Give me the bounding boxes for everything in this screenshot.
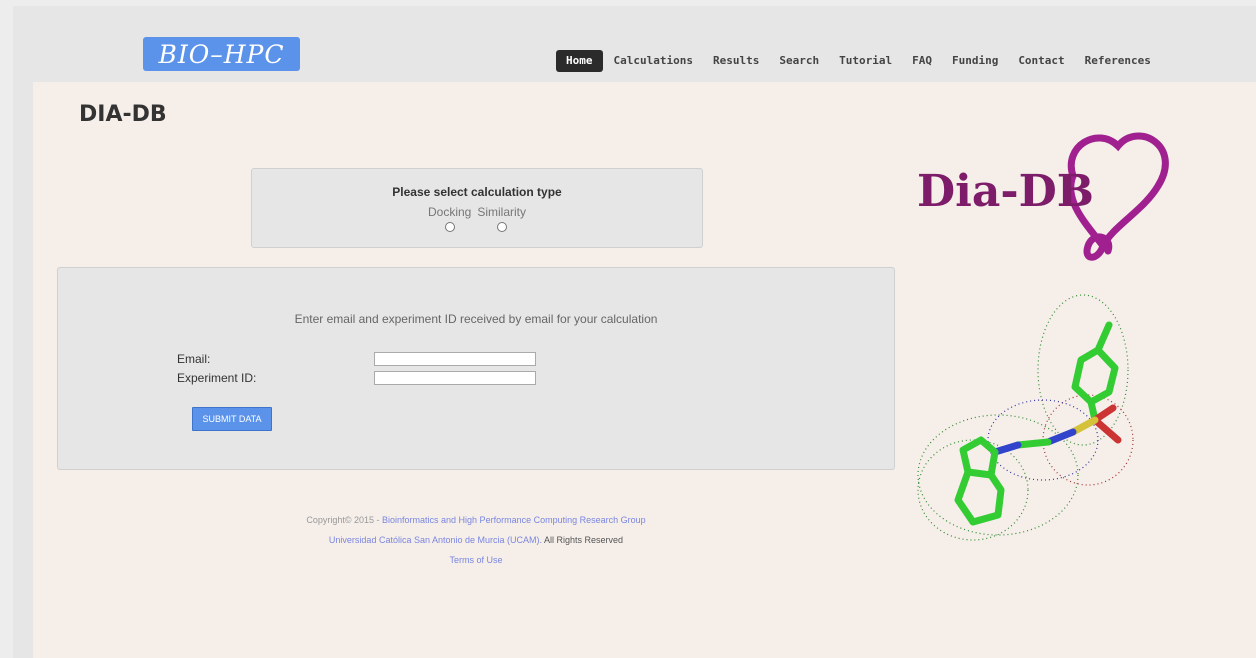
content-area: DIA-DB Please select calculation type Do…	[33, 82, 1256, 658]
docking-option[interactable]: Docking	[428, 205, 471, 232]
results-lookup-form: Enter email and experiment ID received b…	[57, 267, 895, 470]
experiment-id-field[interactable]	[374, 371, 536, 385]
logo-text: BIO–HPC	[158, 39, 285, 69]
main-nav: Home Calculations Results Search Tutoria…	[556, 50, 1160, 72]
copyright-text: Copyright© 2015 -	[306, 515, 383, 525]
email-field[interactable]	[374, 352, 536, 366]
email-label: Email:	[177, 352, 211, 366]
calculation-type-panel: Please select calculation type Docking S…	[251, 168, 703, 248]
page-title: DIA-DB	[79, 102, 167, 127]
molecule-illustration	[917, 294, 1134, 541]
nav-results[interactable]: Results	[704, 50, 768, 72]
submit-data-button[interactable]: SUBMIT DATA	[192, 407, 272, 431]
calculation-type-title: Please select calculation type	[392, 185, 562, 199]
similarity-option[interactable]: Similarity	[477, 205, 526, 232]
docking-radio[interactable]	[444, 222, 455, 232]
nav-contact[interactable]: Contact	[1009, 50, 1073, 72]
experiment-id-label: Experiment ID:	[177, 371, 257, 385]
nav-references[interactable]: References	[1076, 50, 1160, 72]
dia-db-logo: Dia-DB	[917, 132, 1169, 261]
nav-tutorial[interactable]: Tutorial	[830, 50, 901, 72]
similarity-radio[interactable]	[496, 222, 507, 232]
dia-db-logo-text: Dia-DB	[917, 166, 1094, 217]
nav-faq[interactable]: FAQ	[903, 50, 941, 72]
footer-university-line: Universidad Católica San Antonio de Murc…	[251, 530, 701, 550]
nav-search[interactable]: Search	[770, 50, 828, 72]
nav-calculations[interactable]: Calculations	[605, 50, 702, 72]
footer: Copyright© 2015 - Bioinformatics and Hig…	[251, 510, 701, 570]
docking-label: Docking	[427, 205, 472, 219]
nav-funding[interactable]: Funding	[943, 50, 1007, 72]
nav-home[interactable]: Home	[556, 50, 603, 72]
bio-hpc-logo[interactable]: BIO–HPC	[143, 37, 300, 71]
university-link[interactable]: Universidad Católica San Antonio de Murc…	[329, 535, 542, 545]
form-instructions: Enter email and experiment ID received b…	[294, 312, 658, 326]
calculation-options: Docking Similarity	[252, 205, 702, 232]
rights-text: All Rights Reserved	[542, 535, 624, 545]
group-link[interactable]: Bioinformatics and High Performance Comp…	[382, 515, 646, 525]
similarity-label: Similarity	[477, 205, 527, 219]
footer-copyright-line: Copyright© 2015 - Bioinformatics and Hig…	[251, 510, 701, 530]
terms-link[interactable]: Terms of Use	[449, 555, 502, 565]
footer-terms-line: Terms of Use	[251, 550, 701, 570]
